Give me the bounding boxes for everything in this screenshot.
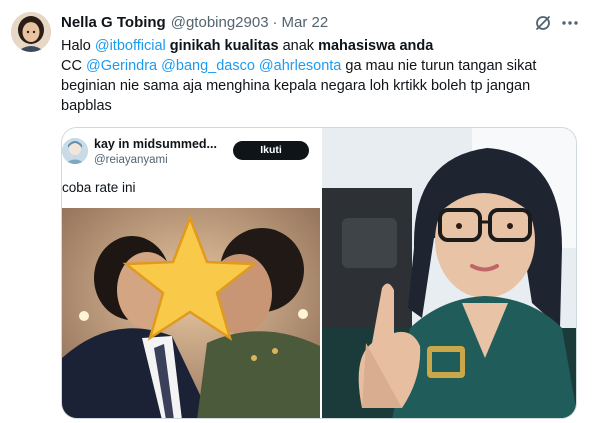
mention-link[interactable]: @bang_dasco [161,58,255,74]
author-name[interactable]: Nella G Tobing [61,14,166,31]
grok-icon[interactable] [534,14,552,32]
quoted-author-handle: @reiayanyami [94,154,168,166]
text-segment: ga mau nie turun tangan sikat [341,58,537,74]
more-icon[interactable] [561,14,579,32]
text-segment: CC [61,58,86,74]
tweet-text: Halo @itbofficial ginikah kualitas anak … [61,36,581,116]
emphasized-text: ginikah kualitas [165,38,279,54]
quoted-photo [62,208,320,418]
tweet-text-line: Halo @itbofficial ginikah kualitas anak … [61,36,581,56]
text-segment: bapblas [61,98,112,114]
quoted-avatar [62,138,88,164]
tweet-text-line: bapblas [61,96,581,116]
quoted-author-name: kay in midsummed... [94,137,217,151]
header-separator: · [272,13,278,31]
mention-link[interactable]: @itbofficial [95,38,166,54]
quoted-tweet-screenshot[interactable]: kay in midsummed... @reiayanyami Ikuti c… [62,128,320,418]
author-avatar[interactable] [11,12,51,52]
tweet-date[interactable]: Mar 22 [282,14,329,31]
text-segment: anak [278,38,319,54]
text-segment: Halo [61,38,95,54]
tweet-text-line: CC @Gerindra @bang_dasco @ahrlesonta ga … [61,56,581,76]
selfie-photo[interactable] [322,128,576,418]
media-container[interactable]: kay in midsummed... @reiayanyami Ikuti c… [61,127,577,419]
text-segment: beginian nie sama aja menghina kepala ne… [61,78,531,94]
quoted-tweet-text: coba rate ini [62,180,136,195]
tweet[interactable]: Nella G Tobing @gtobing2903 · Mar 22 Hal… [0,0,596,423]
emphasized-text: mahasiswa anda [318,38,434,54]
tweet-header: Nella G Tobing @gtobing2903 · Mar 22 [61,12,328,32]
tweet-text-line: beginian nie sama aja menghina kepala ne… [61,76,581,96]
mention-link[interactable]: @ahrlesonta [259,58,341,74]
mention-link[interactable]: @Gerindra [86,58,157,74]
author-handle[interactable]: @gtobing2903 [171,14,269,31]
follow-button[interactable]: Ikuti [233,141,309,160]
